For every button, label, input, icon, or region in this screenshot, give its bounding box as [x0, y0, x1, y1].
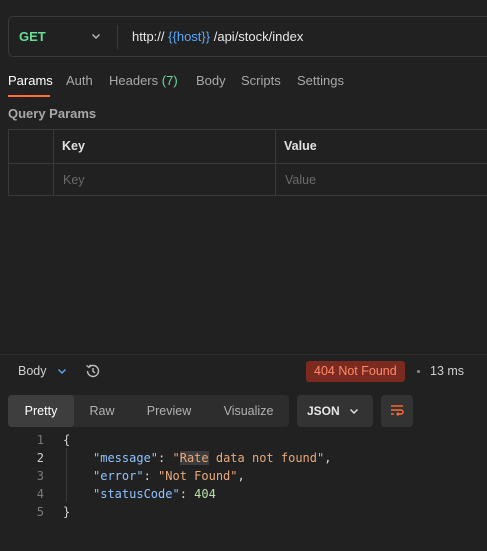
line-number: 5: [36, 505, 44, 519]
json-string-highlight: Rate: [179, 451, 209, 465]
json-number: 404: [194, 487, 216, 501]
chevron-down-icon: [350, 409, 358, 414]
chevron-down-icon[interactable]: [57, 366, 67, 376]
tab-headers[interactable]: Headers (7): [109, 72, 178, 90]
separator-dot: [417, 370, 420, 373]
tab-raw[interactable]: Raw: [74, 395, 130, 427]
line-number: 4: [36, 487, 44, 501]
status-badge[interactable]: 404 Not Found: [306, 361, 405, 382]
format-select[interactable]: JSON: [297, 395, 373, 427]
key-column-header: Key: [62, 139, 85, 153]
tab-pretty[interactable]: Pretty: [8, 395, 74, 427]
tab-params[interactable]: Params: [8, 72, 53, 90]
url-input[interactable]: http:// {{host}} /api/stock/index: [132, 17, 303, 56]
format-label: JSON: [307, 404, 340, 418]
code-line: {: [63, 431, 70, 449]
indent-guide: [66, 448, 67, 502]
json-string: ": [172, 451, 180, 465]
value-column-header: Value: [284, 139, 317, 153]
key-input[interactable]: Key: [63, 164, 85, 196]
json-key: "error": [93, 469, 144, 483]
value-input[interactable]: Value: [285, 164, 316, 196]
response-divider[interactable]: [0, 354, 487, 355]
chevron-down-icon[interactable]: [91, 31, 101, 41]
code-line: "statusCode": 404: [93, 487, 216, 501]
tab-body[interactable]: Body: [196, 72, 226, 90]
tab-headers-label: Headers: [109, 73, 159, 88]
response-body-dropdown[interactable]: Body: [18, 363, 47, 379]
url-prefix: http://: [132, 29, 165, 44]
wrap-lines-button[interactable]: [381, 395, 413, 427]
url-divider: [117, 25, 118, 49]
method-select[interactable]: GET: [19, 17, 46, 56]
tab-auth[interactable]: Auth: [66, 72, 93, 90]
code-line: }: [63, 503, 70, 521]
json-open-brace: {: [63, 433, 71, 447]
column-divider: [275, 130, 276, 195]
json-key: "statusCode": [93, 487, 180, 501]
tab-preview[interactable]: Preview: [132, 395, 206, 427]
url-variable[interactable]: {{host}}: [168, 29, 210, 44]
line-number: 2: [36, 451, 44, 465]
tab-settings[interactable]: Settings: [297, 72, 344, 90]
query-params-title: Query Params: [8, 106, 97, 121]
active-tab-indicator: [8, 95, 50, 97]
json-key: "message": [93, 451, 159, 465]
json-string: data not found": [208, 451, 325, 465]
url-path: /api/stock/index: [213, 29, 304, 44]
json-string: "Not Found": [158, 469, 238, 483]
response-time[interactable]: 13 ms: [430, 363, 464, 379]
line-number: 3: [36, 469, 44, 483]
tab-scripts[interactable]: Scripts: [241, 72, 281, 90]
view-mode-group: Pretty Raw Preview Visualize: [8, 395, 289, 427]
json-close-brace: }: [63, 505, 71, 519]
request-bar: GET http:// {{host}} /api/stock/index: [8, 16, 487, 57]
headers-count-badge: (7): [161, 73, 178, 88]
history-icon[interactable]: [84, 362, 102, 380]
wrap-text-icon: [391, 405, 404, 416]
query-params-table: Key Value Key Value: [8, 129, 487, 196]
code-line: "error": "Not Found",: [93, 469, 245, 483]
line-number: 1: [36, 433, 44, 447]
column-divider: [53, 130, 54, 195]
tab-visualize[interactable]: Visualize: [208, 395, 289, 427]
code-line: "message": "Rate data not found",: [93, 451, 332, 465]
